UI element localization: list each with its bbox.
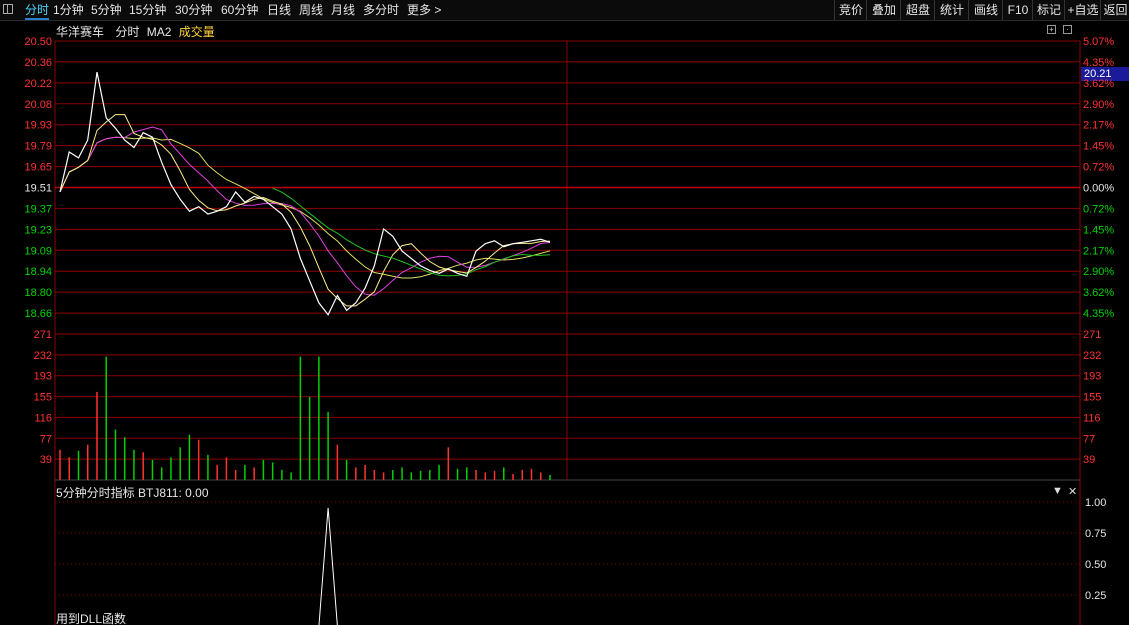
timeframe-tab-10[interactable]: 更多 > [407, 0, 441, 20]
pct-tick-label: 2.17% [1083, 120, 1114, 132]
volume-tick-label: 232 [34, 350, 52, 362]
volume-tick-label-right: 39 [1083, 454, 1095, 466]
price-tick-label: 19.79 [24, 141, 52, 153]
timeframe-tab-1[interactable]: 1分钟 [53, 0, 84, 20]
toolbar-button-2[interactable]: 超盘 [900, 0, 935, 20]
price-tick-label: 20.50 [24, 36, 52, 48]
pct-tick-label: 0.72% [1083, 203, 1114, 215]
price-tick-label: 19.51 [24, 183, 52, 195]
toolbar-button-0[interactable]: 竞价 [834, 0, 867, 20]
dll-note: 用到DLL函数 [56, 612, 127, 625]
price-line [59, 71, 551, 316]
timeframe-tab-6[interactable]: 日线 [267, 0, 291, 20]
volume-tick-label: 116 [34, 412, 52, 424]
pct-tick-label: 3.62% [1083, 78, 1114, 90]
price-tick-label: 20.36 [24, 57, 52, 69]
indicator-title: 5分钟分时指标 BTJ811: 0.00 [56, 486, 209, 500]
pct-tick-label: 1.45% [1083, 224, 1114, 236]
volume-tick-label: 77 [40, 433, 52, 445]
price-tick-label: 19.65 [24, 162, 52, 174]
volume-tick-label-right: 116 [1083, 412, 1101, 424]
pct-tick-label: 1.45% [1083, 141, 1114, 153]
timeframe-tab-4[interactable]: 30分钟 [175, 0, 212, 20]
price-tick-label: 18.80 [24, 287, 52, 299]
ma-short-line [59, 114, 551, 307]
trading-chart-window: 分时 1分钟 5分钟 15分钟 30分钟 60分钟 日线 周线 月线 多分时 更多 > 竞价 叠加 超盘… [0, 0, 1129, 625]
ma-green-line [272, 187, 551, 277]
indicator-tick-label: 1.00 [1085, 497, 1106, 509]
toolbar-button-5[interactable]: F10 [1002, 0, 1033, 20]
pct-tick-label: 4.35% [1083, 308, 1114, 320]
pct-tick-label: 2.17% [1083, 245, 1114, 257]
price-tick-label: 20.08 [24, 99, 52, 111]
toolbar-button-6[interactable]: 标记 [1032, 0, 1065, 20]
volume-tick-label: 39 [40, 454, 52, 466]
volume-tick-label: 155 [34, 392, 52, 404]
volume-tick-label-right: 271 [1083, 329, 1101, 341]
indicator-dropdown-icon[interactable]: ▼ [1052, 485, 1063, 497]
timeframe-tab-2[interactable]: 5分钟 [91, 0, 122, 20]
timeframe-tab-0[interactable]: 分时 [25, 0, 50, 20]
pct-tick-label: 5.07% [1083, 36, 1114, 48]
indicator-close-icon[interactable]: ✕ [1068, 485, 1077, 498]
price-tick-label: 18.66 [24, 308, 52, 320]
timeframe-tab-9[interactable]: 多分时 [363, 0, 399, 20]
toolbar: 分时 1分钟 5分钟 15分钟 30分钟 60分钟 日线 周线 月线 多分时 更多 > 竞价 叠加 超盘… [0, 0, 1129, 21]
toolbar-button-8[interactable]: 返回 [1100, 0, 1129, 20]
pct-tick-label: 2.90% [1083, 266, 1114, 278]
indicator-tick-label: 0.25 [1085, 590, 1106, 602]
pct-tick-label: 4.35% [1083, 57, 1114, 69]
volume-tick-label-right: 77 [1083, 433, 1095, 445]
indicator-line [318, 507, 338, 625]
chart-canvas[interactable]: 20.50 5.07% 20.36 4.35% 20.22 3.62% 20.08 2.90%… [0, 20, 1129, 625]
volume-tick-label: 193 [34, 371, 52, 383]
toolbar-button-7[interactable]: +自选 [1064, 0, 1101, 20]
toolbar-button-1[interactable]: 叠加 [866, 0, 901, 20]
price-tick-label: 19.93 [24, 120, 52, 132]
price-tick-label: 19.23 [24, 224, 52, 236]
timeframe-tab-3[interactable]: 15分钟 [129, 0, 166, 20]
pct-tick-label: 3.62% [1083, 287, 1114, 299]
indicator-tick-label: 0.50 [1085, 559, 1106, 571]
pct-tick-label: 0.00% [1083, 183, 1114, 195]
price-tick-label: 20.22 [24, 78, 52, 90]
toolbar-button-4[interactable]: 画线 [968, 0, 1003, 20]
timeframe-tab-5[interactable]: 60分钟 [221, 0, 258, 20]
pct-tick-label: 2.90% [1083, 99, 1114, 111]
indicator-tick-label: 0.75 [1085, 528, 1106, 540]
price-tick-label: 19.09 [24, 245, 52, 257]
price-tick-label: 19.37 [24, 203, 52, 215]
toolbar-button-3[interactable]: 统计 [934, 0, 969, 20]
volume-tick-label: 271 [34, 329, 52, 341]
volume-tick-label-right: 232 [1083, 350, 1101, 362]
pct-tick-label: 0.72% [1083, 162, 1114, 174]
volume-tick-label-right: 155 [1083, 392, 1101, 404]
timeframe-tab-7[interactable]: 周线 [299, 0, 323, 20]
ma-yellow-line [59, 136, 551, 279]
volume-tick-label-right: 193 [1083, 371, 1101, 383]
timeframe-tab-8[interactable]: 月线 [331, 0, 355, 20]
price-tick-label: 18.94 [24, 266, 52, 278]
panel-toggle-icon[interactable] [3, 4, 13, 14]
